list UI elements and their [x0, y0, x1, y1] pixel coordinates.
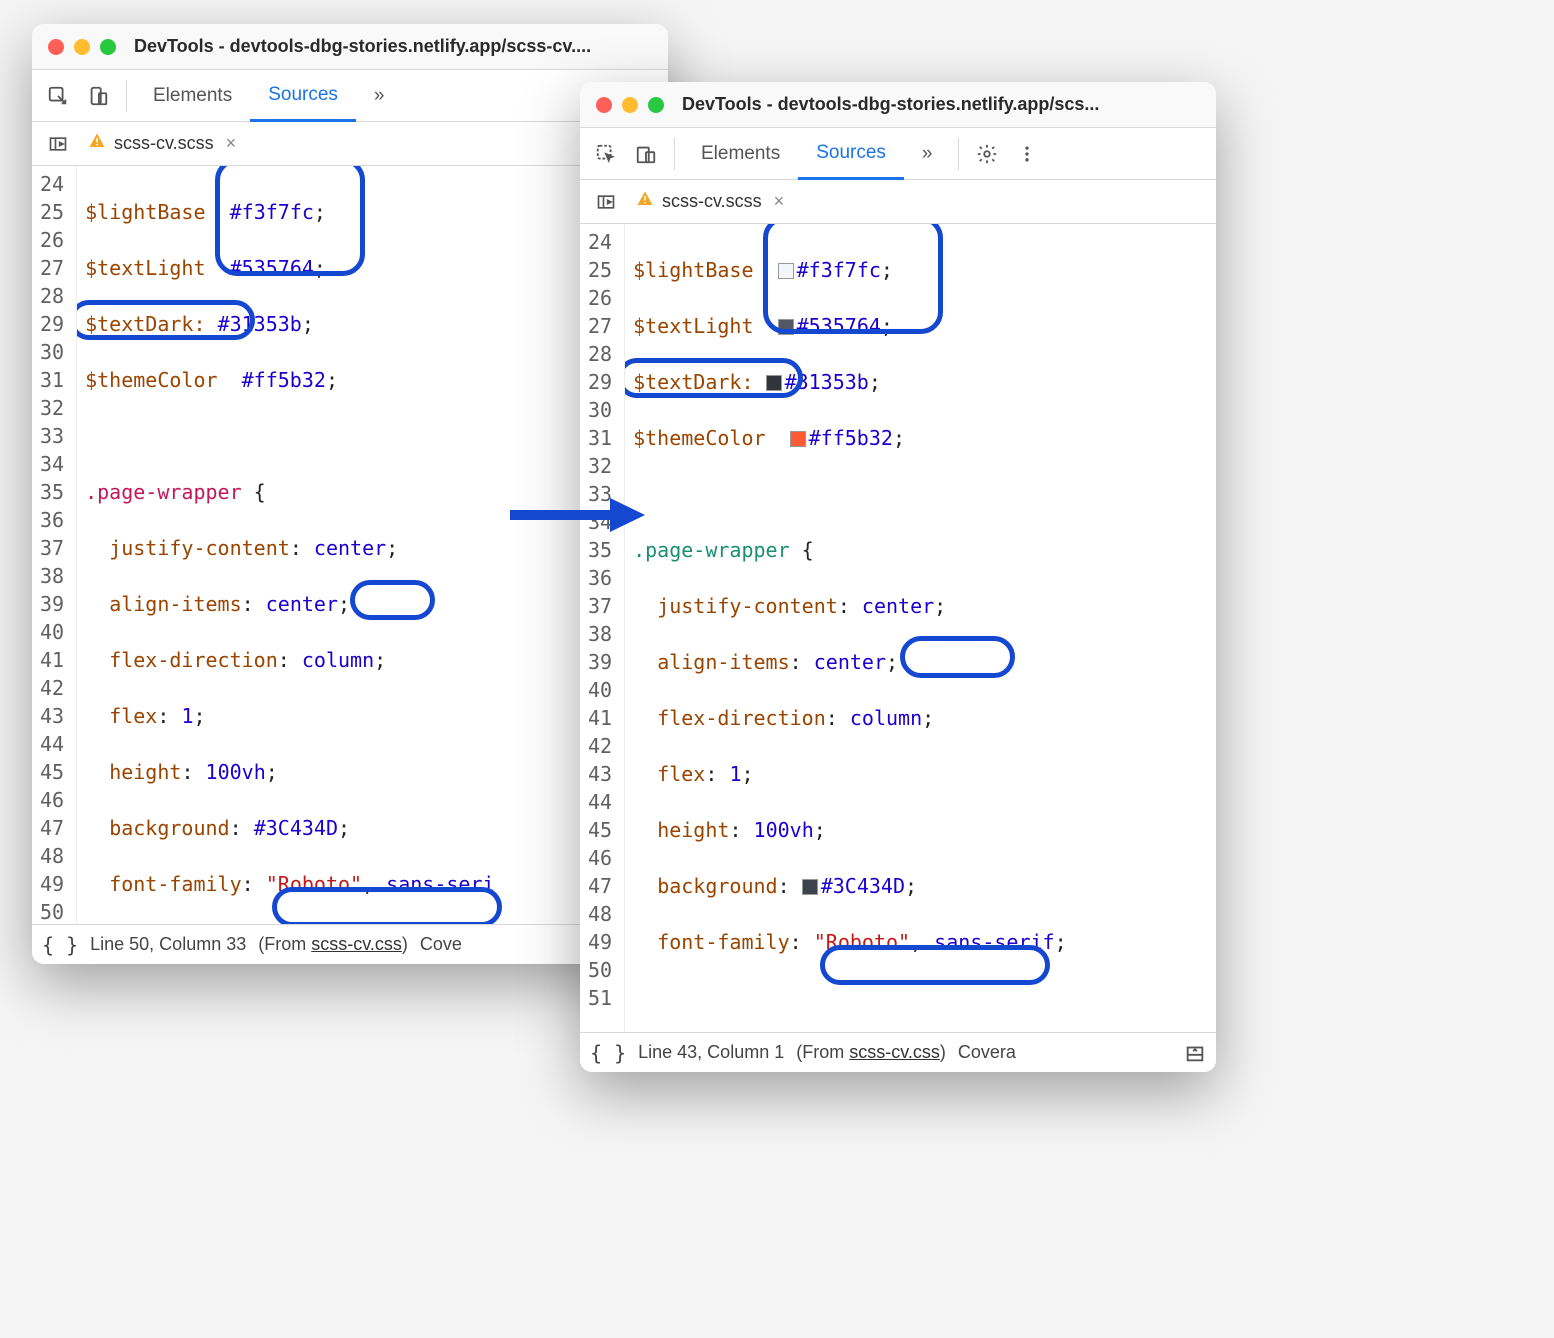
- status-bar: { } Line 43, Column 1 (From scss-cv.css)…: [580, 1032, 1216, 1072]
- tab-elements[interactable]: Elements: [683, 128, 798, 179]
- devtools-window-after: DevTools - devtools-dbg-stories.netlify.…: [580, 82, 1216, 1072]
- navigator-toggle-icon[interactable]: [38, 124, 78, 164]
- inspect-icon[interactable]: [586, 134, 626, 174]
- minimize-window-button[interactable]: [622, 97, 638, 113]
- file-tab-name: scss-cv.scss: [662, 191, 762, 212]
- main-toolbar: Elements Sources »: [580, 128, 1216, 180]
- color-swatch[interactable]: [766, 375, 782, 391]
- close-tab-icon[interactable]: ×: [774, 191, 785, 212]
- close-window-button[interactable]: [596, 97, 612, 113]
- tab-sources[interactable]: Sources: [250, 71, 356, 122]
- window-title: DevTools - devtools-dbg-stories.netlify.…: [134, 36, 591, 57]
- close-tab-icon[interactable]: ×: [226, 133, 237, 154]
- maximize-window-button[interactable]: [100, 39, 116, 55]
- code-editor[interactable]: 2425262728293031323334353637383940414243…: [32, 166, 668, 924]
- color-swatch[interactable]: [778, 263, 794, 279]
- source-map-from: (From scss-cv.css): [258, 934, 408, 955]
- devtools-window-before: DevTools - devtools-dbg-stories.netlify.…: [32, 24, 668, 964]
- source-map-link[interactable]: scss-cv.css: [849, 1042, 940, 1062]
- tab-more[interactable]: »: [904, 128, 951, 179]
- titlebar: DevTools - devtools-dbg-stories.netlify.…: [32, 24, 668, 70]
- inspect-icon[interactable]: [38, 76, 78, 116]
- color-swatch[interactable]: [778, 319, 794, 335]
- titlebar: DevTools - devtools-dbg-stories.netlify.…: [580, 82, 1216, 128]
- kebab-menu-icon[interactable]: [1007, 134, 1047, 174]
- status-bar: { } Line 50, Column 33 (From scss-cv.css…: [32, 924, 668, 964]
- coverage-text: Covera: [958, 1042, 1016, 1063]
- warning-icon: [88, 132, 106, 155]
- drawer-toggle-icon[interactable]: [1184, 1042, 1206, 1064]
- traffic-lights: [596, 97, 664, 113]
- pretty-print-icon[interactable]: { }: [42, 933, 78, 957]
- device-icon[interactable]: [78, 76, 118, 116]
- code-content[interactable]: $lightBase #f3f7fc; $textLight #535764; …: [77, 166, 502, 924]
- color-swatch[interactable]: [790, 431, 806, 447]
- pretty-print-icon[interactable]: { }: [590, 1041, 626, 1065]
- tab-sources[interactable]: Sources: [798, 129, 904, 180]
- warning-icon: [636, 190, 654, 213]
- coverage-text: Cove: [420, 934, 462, 955]
- file-tab-scss[interactable]: scss-cv.scss ×: [626, 180, 794, 223]
- gear-icon[interactable]: [967, 134, 1007, 174]
- line-gutter: 2425262728293031323334353637383940414243…: [580, 224, 625, 1032]
- code-content[interactable]: $lightBase #f3f7fc; $textLight #535764; …: [625, 224, 1075, 1032]
- code-editor[interactable]: 2425262728293031323334353637383940414243…: [580, 224, 1216, 1032]
- window-title: DevTools - devtools-dbg-stories.netlify.…: [682, 94, 1099, 115]
- tab-elements[interactable]: Elements: [135, 70, 250, 121]
- device-icon[interactable]: [626, 134, 666, 174]
- traffic-lights: [48, 39, 116, 55]
- cursor-position: Line 43, Column 1: [638, 1042, 784, 1063]
- file-tab-scss[interactable]: scss-cv.scss ×: [78, 122, 246, 165]
- file-tabs: scss-cv.scss ×: [32, 122, 668, 166]
- cursor-position: Line 50, Column 33: [90, 934, 246, 955]
- maximize-window-button[interactable]: [648, 97, 664, 113]
- file-tabs: scss-cv.scss ×: [580, 180, 1216, 224]
- tab-more[interactable]: »: [356, 70, 403, 121]
- minimize-window-button[interactable]: [74, 39, 90, 55]
- source-map-from: (From scss-cv.css): [796, 1042, 946, 1063]
- navigator-toggle-icon[interactable]: [586, 182, 626, 222]
- source-map-link[interactable]: scss-cv.css: [311, 934, 402, 954]
- close-window-button[interactable]: [48, 39, 64, 55]
- color-swatch[interactable]: [802, 879, 818, 895]
- line-gutter: 2425262728293031323334353637383940414243…: [32, 166, 77, 924]
- file-tab-name: scss-cv.scss: [114, 133, 214, 154]
- main-toolbar: Elements Sources »: [32, 70, 668, 122]
